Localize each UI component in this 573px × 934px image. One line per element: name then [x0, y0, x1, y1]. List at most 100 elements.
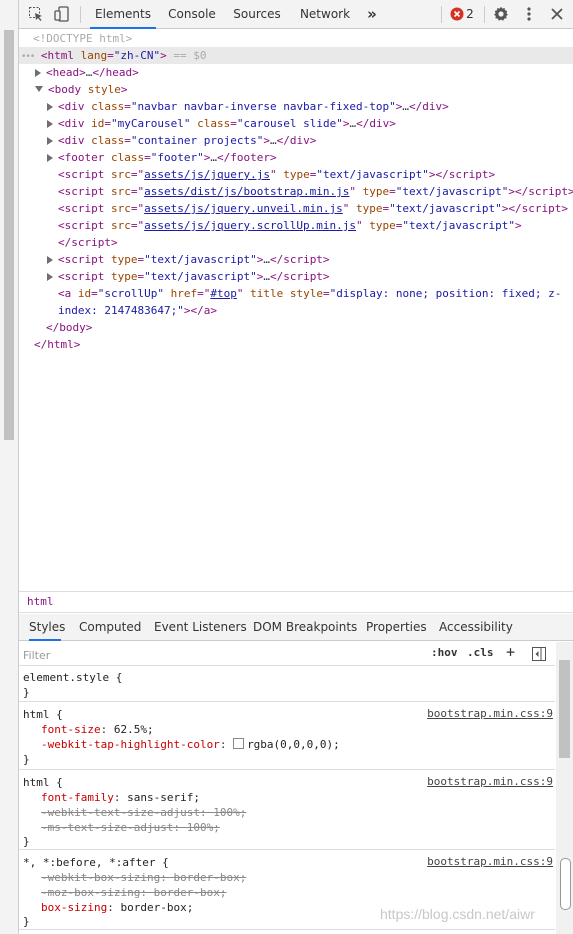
- expand-triangle-icon[interactable]: [47, 103, 53, 111]
- style-property[interactable]: box-sizing: border-box;: [41, 900, 193, 915]
- property-value[interactable]: 100%;: [213, 806, 246, 819]
- property-value[interactable]: rgba(0,0,0,0);: [247, 738, 340, 751]
- left-scrollbar[interactable]: [0, 0, 19, 934]
- property-name[interactable]: -moz-box-sizing: [41, 886, 140, 899]
- toolbar-divider: [441, 6, 442, 23]
- styles-scrollbar-thumb[interactable]: [559, 660, 570, 758]
- expand-triangle-icon[interactable]: [47, 137, 53, 145]
- dom-node-a-scrollup[interactable]: <a id="scrollUp" href="#top" title style…: [58, 285, 561, 302]
- property-value[interactable]: 62.5%;: [114, 723, 154, 736]
- style-rule[interactable]: html { bootstrap.min.css:9 font-size: 62…: [19, 702, 555, 770]
- style-property-overridden[interactable]: -moz-box-sizing: border-box;: [41, 885, 226, 900]
- expand-triangle-icon[interactable]: [35, 69, 41, 77]
- expand-triangle-icon[interactable]: [47, 120, 53, 128]
- tab-elements[interactable]: Elements: [90, 0, 156, 29]
- property-value[interactable]: border-box;: [173, 871, 246, 884]
- property-name[interactable]: font-family: [41, 791, 114, 804]
- dom-node-html[interactable]: ••• <html lang="zh-CN"> == $0: [21, 47, 207, 64]
- dom-node-footer[interactable]: <footer class="footer">…</footer>: [47, 149, 277, 166]
- hov-button[interactable]: :hov: [431, 646, 458, 659]
- left-scrollbar-thumb[interactable]: [4, 30, 14, 440]
- tab-properties[interactable]: Properties: [366, 614, 427, 641]
- property-name[interactable]: -ms-text-size-adjust: [41, 821, 173, 834]
- property-value[interactable]: border-box;: [154, 886, 227, 899]
- attr-value: "text/javascript": [144, 270, 257, 283]
- styles-filter-bar: :hov .cls +: [19, 642, 555, 666]
- tab-accessibility[interactable]: Accessibility: [439, 614, 513, 641]
- style-rule[interactable]: html { bootstrap.min.css:9 font-family: …: [19, 770, 555, 850]
- toggle-sidebar-icon[interactable]: [532, 647, 546, 661]
- attr-value: "text/javascript": [316, 168, 429, 181]
- rule-source-link[interactable]: bootstrap.min.css:9: [427, 707, 553, 720]
- rule-source-link[interactable]: bootstrap.min.css:9: [427, 775, 553, 788]
- dom-node-div-navbar[interactable]: <div class="navbar navbar-inverse navbar…: [47, 98, 449, 115]
- href-link[interactable]: #top: [210, 287, 237, 300]
- property-value[interactable]: sans-serif;: [127, 791, 200, 804]
- property-value[interactable]: 100%;: [187, 821, 220, 834]
- script-src-link[interactable]: assets/dist/js/bootstrap.min.js: [144, 185, 349, 198]
- tab-sources[interactable]: Sources: [229, 0, 285, 29]
- style-property-overridden[interactable]: -webkit-text-size-adjust: 100%;: [41, 805, 246, 820]
- device-toolbar-icon[interactable]: [54, 6, 70, 22]
- rule-selector[interactable]: element.style {: [23, 670, 122, 685]
- rule-selector[interactable]: *, *:before, *:after {: [23, 855, 169, 870]
- error-icon[interactable]: [450, 7, 464, 21]
- cls-button[interactable]: .cls: [467, 646, 494, 659]
- inspect-element-icon[interactable]: [28, 6, 44, 22]
- expand-triangle-icon[interactable]: [47, 256, 53, 264]
- rule-selector[interactable]: html {: [23, 775, 63, 790]
- script-src-link[interactable]: assets/js/jquery.js: [144, 168, 270, 181]
- dom-node-script[interactable]: <script src="assets/dist/js/bootstrap.mi…: [58, 183, 573, 200]
- close-icon[interactable]: [549, 6, 565, 22]
- dom-node-a-scrollup-cont: index: 2147483647;"></a>: [58, 304, 217, 317]
- tab-computed[interactable]: Computed: [79, 614, 141, 641]
- style-property-overridden[interactable]: -webkit-box-sizing: border-box;: [41, 870, 246, 885]
- dom-node-div-carousel[interactable]: <div id="myCarousel" class="carousel sli…: [47, 115, 396, 132]
- tab-network[interactable]: Network: [295, 0, 355, 29]
- toolbar-divider: [80, 6, 81, 23]
- error-count[interactable]: 2: [464, 0, 476, 29]
- tab-styles[interactable]: Styles: [29, 614, 65, 641]
- new-style-rule-button[interactable]: +: [506, 643, 515, 661]
- dom-node-inline-script[interactable]: <script type="text/javascript">…</script…: [47, 251, 330, 268]
- style-property[interactable]: -webkit-tap-highlight-color: rgba(0,0,0,…: [41, 737, 340, 752]
- filter-input[interactable]: [21, 645, 423, 665]
- script-src-link[interactable]: assets/js/jquery.scrollUp.min.js: [144, 219, 356, 232]
- dom-node-head[interactable]: <head>…</head>: [35, 64, 139, 81]
- dom-node-doctype[interactable]: <!DOCTYPE html>: [33, 30, 132, 47]
- dom-node-body[interactable]: <body style>: [35, 81, 128, 98]
- settings-gear-icon[interactable]: [493, 6, 509, 22]
- property-name[interactable]: -webkit-tap-highlight-color: [41, 738, 220, 751]
- rule-selector[interactable]: html {: [23, 707, 63, 722]
- dom-node-script[interactable]: <script src="assets/js/jquery.scrollUp.m…: [58, 217, 522, 234]
- scroll-handle[interactable]: [560, 858, 571, 910]
- style-property-overridden[interactable]: -ms-text-size-adjust: 100%;: [41, 820, 220, 835]
- breadcrumb: html: [19, 591, 573, 613]
- dom-node-div-container[interactable]: <div class="container projects">…</div>: [47, 132, 316, 149]
- property-name[interactable]: box-sizing: [41, 901, 107, 914]
- dom-node-inline-script[interactable]: <script type="text/javascript">…</script…: [47, 268, 330, 285]
- expand-triangle-icon[interactable]: [47, 154, 53, 162]
- more-options-icon[interactable]: [521, 6, 537, 22]
- color-swatch-icon[interactable]: [233, 738, 245, 749]
- property-name[interactable]: font-size: [41, 723, 101, 736]
- tab-dom-breakpoints[interactable]: DOM Breakpoints: [253, 614, 357, 641]
- property-value[interactable]: border-box;: [120, 901, 193, 914]
- dom-node-script[interactable]: <script src="assets/js/jquery.unveil.min…: [58, 200, 568, 217]
- breadcrumb-item-html[interactable]: html: [25, 592, 56, 612]
- script-src-link[interactable]: assets/js/jquery.unveil.min.js: [144, 202, 343, 215]
- property-name[interactable]: -webkit-text-size-adjust: [41, 806, 200, 819]
- more-tabs-button[interactable]: »: [361, 0, 383, 29]
- property-name[interactable]: -webkit-box-sizing: [41, 871, 160, 884]
- dom-node-script[interactable]: <script src="assets/js/jquery.js" type="…: [58, 166, 495, 183]
- styles-scrollbar[interactable]: [556, 642, 573, 934]
- element-style-rule[interactable]: element.style { }: [19, 666, 555, 702]
- style-property[interactable]: font-size: 62.5%;: [41, 722, 154, 737]
- style-property[interactable]: font-family: sans-serif;: [41, 790, 200, 805]
- collapse-triangle-icon[interactable]: [35, 86, 43, 92]
- tab-console[interactable]: Console: [164, 0, 220, 29]
- expand-triangle-icon[interactable]: [47, 273, 53, 281]
- tab-event-listeners[interactable]: Event Listeners: [154, 614, 247, 641]
- tag-name: head: [52, 66, 80, 79]
- rule-source-link[interactable]: bootstrap.min.css:9: [427, 855, 553, 868]
